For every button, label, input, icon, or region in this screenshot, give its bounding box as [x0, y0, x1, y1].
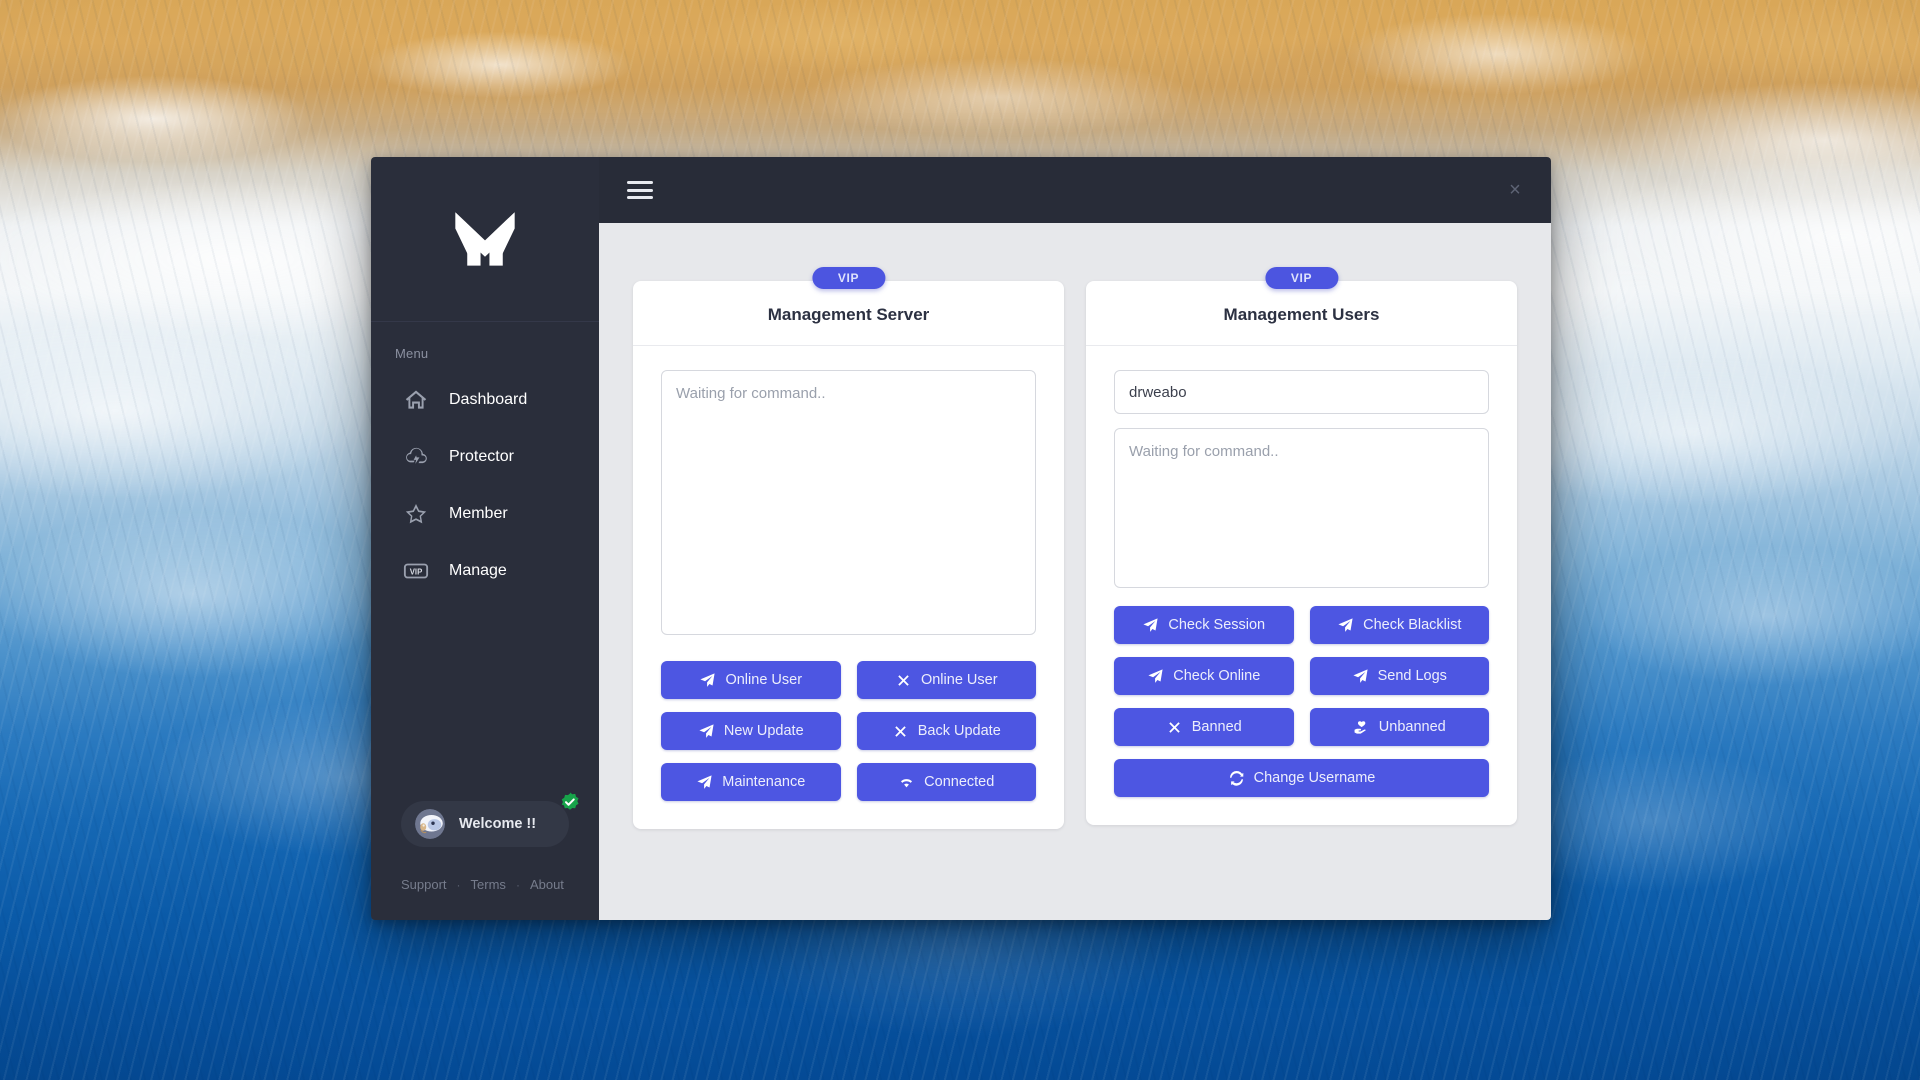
button-label: Banned: [1191, 719, 1242, 735]
footer-link-about[interactable]: About: [530, 877, 564, 892]
panel-management-users: VIP Management Users Check Session: [1086, 267, 1517, 825]
welcome-pill[interactable]: Welcome !!: [401, 792, 579, 847]
brand-logo-icon: [455, 212, 515, 266]
paper-plane-icon: [698, 723, 715, 740]
connected-button[interactable]: Connected: [856, 763, 1036, 801]
button-label: Unbanned: [1378, 719, 1446, 735]
x-mark-icon: [1166, 719, 1183, 736]
x-mark-icon: [895, 672, 912, 689]
send-logs-button[interactable]: Send Logs: [1309, 657, 1489, 695]
check-blacklist-button[interactable]: Check Blacklist: [1309, 606, 1489, 644]
sidebar-item-label: Protector: [449, 447, 514, 465]
cloud-bolt-icon: [403, 444, 429, 470]
server-console-textarea[interactable]: [661, 370, 1036, 635]
back-update-button[interactable]: Back Update: [856, 712, 1036, 750]
sidebar-item-label: Dashboard: [449, 390, 528, 408]
footer-link-support[interactable]: Support: [401, 877, 447, 892]
online-user-send-button[interactable]: Online User: [661, 661, 841, 699]
sidebar-footer: Support · Terms · About: [371, 847, 599, 920]
verified-badge-icon: [559, 791, 581, 813]
footer-link-terms[interactable]: Terms: [471, 877, 506, 892]
svg-text:VIP: VIP: [410, 567, 423, 576]
hamburger-line: [627, 196, 653, 199]
hamburger-menu-icon[interactable]: [627, 179, 655, 201]
sidebar-item-member[interactable]: Member: [371, 485, 599, 542]
x-mark-icon: [892, 723, 909, 740]
hand-heart-icon: [1353, 719, 1370, 736]
footer-separator: ·: [515, 877, 520, 892]
sidebar-item-dashboard[interactable]: Dashboard: [371, 371, 599, 428]
button-label: Back Update: [917, 723, 1001, 739]
vip-badge: VIP: [811, 267, 886, 289]
button-label: Maintenance: [722, 774, 806, 790]
sidebar-nav: Dashboard Protector Member VIP Manage: [371, 371, 599, 599]
sidebar: Menu Dashboard Protector Member VIP Mana…: [371, 157, 599, 920]
topbar: ×: [599, 157, 1551, 223]
panel-body: Check Session Check Blacklist: [1086, 346, 1517, 825]
app-window: Menu Dashboard Protector Member VIP Mana…: [371, 157, 1551, 920]
sidebar-item-protector[interactable]: Protector: [371, 428, 599, 485]
check-session-button[interactable]: Check Session: [1114, 606, 1294, 644]
button-label: Connected: [924, 774, 995, 790]
button-label: Online User: [725, 672, 803, 688]
maintenance-button[interactable]: Maintenance: [661, 763, 841, 801]
hamburger-line: [627, 188, 653, 192]
banned-button[interactable]: Banned: [1114, 708, 1294, 746]
users-console-textarea[interactable]: [1114, 428, 1489, 588]
content-area: VIP Management Server Online User: [599, 223, 1551, 920]
button-label: Send Logs: [1377, 668, 1447, 684]
footer-separator: ·: [456, 877, 461, 892]
unbanned-button[interactable]: Unbanned: [1309, 708, 1489, 746]
avatar: [415, 809, 445, 839]
check-online-button[interactable]: Check Online: [1114, 657, 1294, 695]
users-button-grid: Check Session Check Blacklist Check Onli…: [1114, 606, 1489, 797]
paper-plane-icon: [1147, 668, 1164, 685]
new-update-button[interactable]: New Update: [661, 712, 841, 750]
paper-plane-icon: [696, 774, 713, 791]
menu-heading: Menu: [395, 346, 429, 361]
sidebar-item-label: Manage: [449, 561, 507, 579]
server-button-grid: Online User Online User New Update Back …: [661, 661, 1036, 801]
panel-title: Management Users: [1086, 281, 1517, 346]
panel-body: Online User Online User: [633, 346, 1064, 829]
paper-plane-icon: [1337, 617, 1354, 634]
vip-badge: VIP: [1264, 267, 1339, 289]
main-area: × VIP Management Server Online User: [599, 157, 1551, 920]
sync-icon: [1228, 770, 1245, 787]
button-label: Check Session: [1168, 617, 1266, 633]
star-icon: [403, 501, 429, 527]
close-icon[interactable]: ×: [1501, 176, 1529, 204]
welcome-wrap: Welcome !!: [371, 792, 599, 847]
change-username-button[interactable]: Change Username: [1114, 759, 1489, 797]
panel-management-server: VIP Management Server Online User: [633, 267, 1064, 829]
home-icon: [403, 387, 429, 413]
sidebar-item-label: Member: [449, 504, 508, 522]
paper-plane-icon: [699, 672, 716, 689]
online-user-cancel-button[interactable]: Online User: [856, 661, 1036, 699]
hamburger-line: [627, 181, 653, 184]
paper-plane-icon: [1352, 668, 1369, 685]
button-label: Check Online: [1173, 668, 1261, 684]
button-label: Change Username: [1253, 770, 1376, 786]
wifi-icon: [898, 774, 915, 791]
welcome-label: Welcome !!: [459, 816, 537, 832]
logo-area: [371, 157, 599, 322]
vip-icon: VIP: [403, 558, 429, 584]
paper-plane-icon: [1142, 617, 1159, 634]
button-label: Online User: [920, 672, 998, 688]
panel-title: Management Server: [633, 281, 1064, 346]
button-label: Check Blacklist: [1363, 617, 1462, 633]
username-input[interactable]: [1114, 370, 1489, 414]
button-label: New Update: [723, 723, 804, 739]
sidebar-item-manage[interactable]: VIP Manage: [371, 542, 599, 599]
